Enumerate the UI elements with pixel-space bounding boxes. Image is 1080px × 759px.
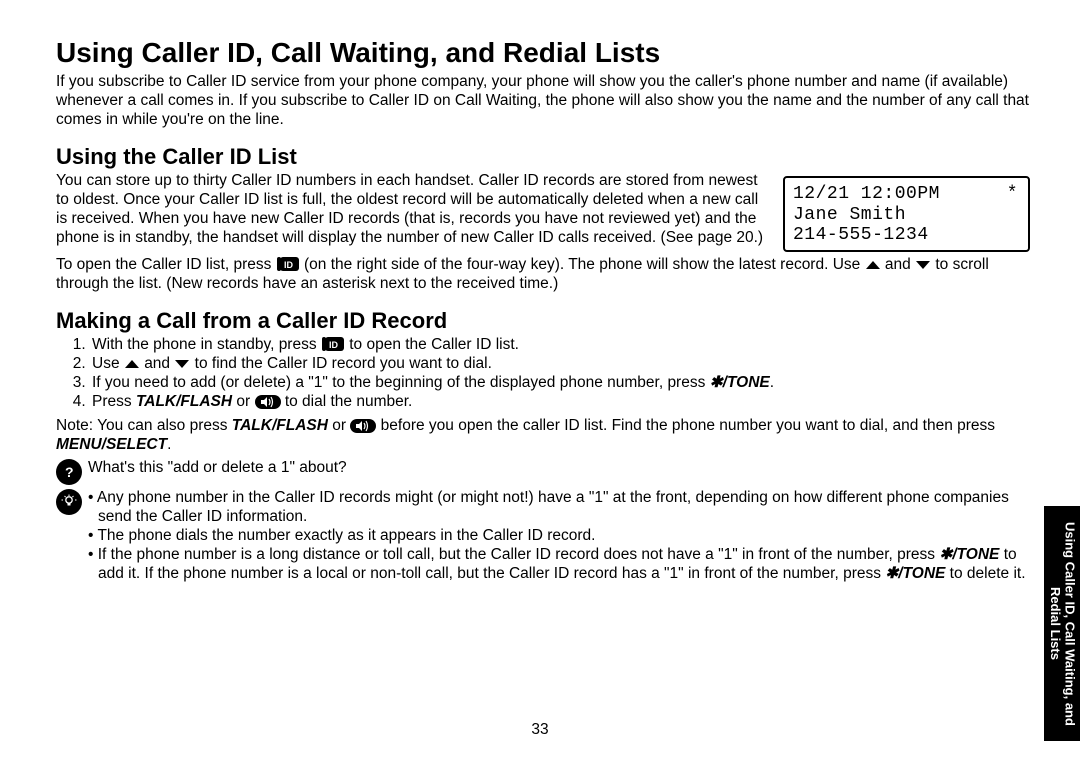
tip-bullet-3: If the phone number is a long distance o… xyxy=(88,546,1030,584)
down-arrow-icon xyxy=(915,260,931,270)
svg-text:ID: ID xyxy=(329,340,339,350)
up-arrow-icon xyxy=(865,260,881,270)
step-2: Use and to find the Caller ID record you… xyxy=(90,355,1030,374)
tone-key-label: ✱/TONE xyxy=(710,374,770,391)
lcd-line2: Jane Smith xyxy=(793,205,1018,226)
up-arrow-icon xyxy=(124,359,140,369)
manual-page: Using Caller ID, Call Waiting, and Redia… xyxy=(0,0,1080,759)
menu-select-key-label: MENU/SELECT xyxy=(56,436,167,453)
lcd-line1-right: * xyxy=(1007,184,1018,205)
tip-bullets: Any phone number in the Caller ID record… xyxy=(88,489,1030,584)
page-number: 33 xyxy=(0,721,1080,739)
tip-bullet-2: The phone dials the number exactly as it… xyxy=(88,527,1030,546)
question-text: What's this "add or delete a 1" about? xyxy=(88,459,1030,478)
question-icon: ? xyxy=(56,459,82,485)
id-button-icon: ID xyxy=(276,256,300,272)
lcd-line1-left: 12/21 12:00PM xyxy=(793,184,940,205)
step-3: If you need to add (or delete) a "1" to … xyxy=(90,374,1030,393)
down-arrow-icon xyxy=(174,359,190,369)
tone-key-label: ✱/TONE xyxy=(885,565,945,582)
note-row: Note: You can also press TALK/FLASH or b… xyxy=(56,417,1030,455)
tip-row: Any phone number in the Caller ID record… xyxy=(56,489,1030,584)
talk-flash-key-label: TALK/FLASH xyxy=(136,393,232,410)
steps-list: With the phone in standby, press ID to o… xyxy=(74,336,1030,412)
svg-text:?: ? xyxy=(65,465,74,479)
side-tab: Using Caller ID, Call Waiting, and Redia… xyxy=(1044,506,1080,741)
section-making-heading: Making a Call from a Caller ID Record xyxy=(56,308,1030,334)
page-title: Using Caller ID, Call Waiting, and Redia… xyxy=(56,37,1030,69)
step-4: Press TALK/FLASH or to dial the number. xyxy=(90,393,1030,412)
id-button-icon: ID xyxy=(321,336,345,352)
svg-text:ID: ID xyxy=(284,260,294,270)
speaker-button-icon xyxy=(255,395,281,409)
lcd-line3: 214-555-1234 xyxy=(793,225,1018,246)
tip-bullet-1: Any phone number in the Caller ID record… xyxy=(88,489,1030,527)
section-using-heading: Using the Caller ID List xyxy=(56,144,1030,170)
tone-key-label: ✱/TONE xyxy=(939,546,999,563)
speaker-button-icon xyxy=(350,419,376,433)
question-row: ? What's this "add or delete a 1" about? xyxy=(56,459,1030,485)
step-1: With the phone in standby, press ID to o… xyxy=(90,336,1030,355)
talk-flash-key-label: TALK/FLASH xyxy=(232,417,328,434)
lightbulb-icon xyxy=(56,489,82,515)
lcd-display-example: 12/21 12:00PM * Jane Smith 214-555-1234 xyxy=(783,176,1030,252)
using-paragraph-2: To open the Caller ID list, press ID (on… xyxy=(56,256,1030,294)
intro-paragraph: If you subscribe to Caller ID service fr… xyxy=(56,73,1030,130)
